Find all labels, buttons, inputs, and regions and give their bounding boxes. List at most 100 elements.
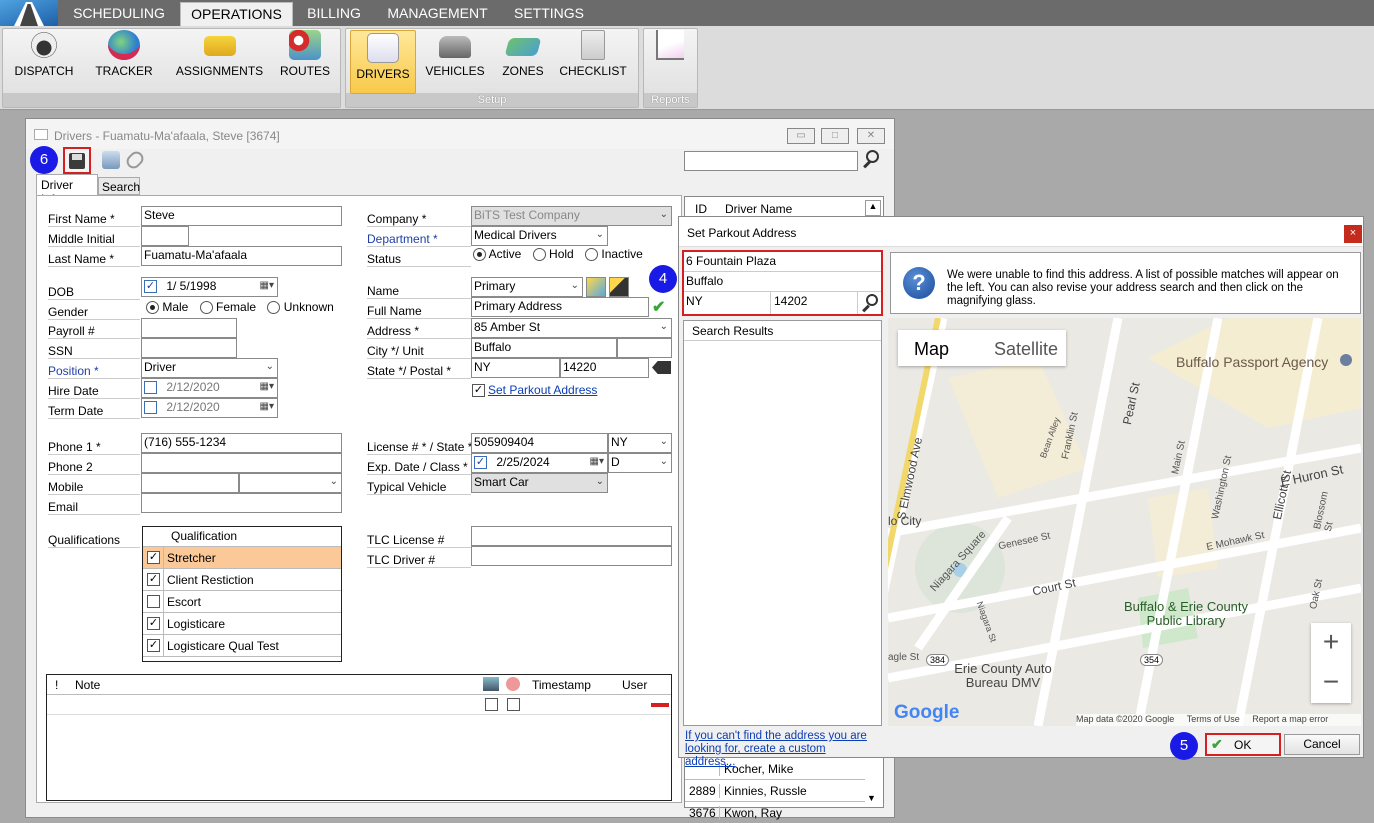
exp-date-checkbox[interactable]: ✓: [474, 456, 487, 470]
scroll-down-icon[interactable]: ▼: [867, 793, 876, 803]
mobile-type-select[interactable]: ⌄: [239, 473, 342, 493]
map-type-satellite-button[interactable]: Satellite: [994, 339, 1058, 360]
dialog-close-icon[interactable]: ×: [1344, 225, 1362, 243]
close-button[interactable]: ✕: [857, 128, 885, 144]
position-select[interactable]: Driver ⌄: [141, 358, 278, 378]
ssn-input[interactable]: [141, 338, 237, 358]
reports-button[interactable]: [650, 30, 690, 88]
gender-male-radio[interactable]: [146, 301, 159, 315]
tlc-license-input[interactable]: [471, 526, 672, 546]
department-select[interactable]: Medical Drivers ⌄: [471, 226, 608, 246]
qualification-checkbox[interactable]: [147, 595, 160, 608]
middle-initial-input[interactable]: [141, 226, 189, 246]
ok-button[interactable]: ✔ OK: [1205, 733, 1281, 756]
vehicles-button[interactable]: VEHICLES: [422, 30, 488, 88]
gender-unknown-radio[interactable]: [267, 301, 281, 315]
city-input[interactable]: Buffalo: [684, 272, 881, 292]
list-icon[interactable]: [102, 151, 120, 169]
edit-address-icon[interactable]: [609, 277, 629, 297]
driver-row[interactable]: 2889 Kinnies, Russle: [685, 779, 865, 801]
street-input[interactable]: 6 Fountain Plaza: [684, 252, 881, 272]
terms-link[interactable]: Terms of Use: [1187, 714, 1240, 724]
search-magnifier-icon[interactable]: [862, 149, 882, 169]
calendar-dropdown-icon[interactable]: ▦▾: [260, 379, 274, 395]
status-active-radio[interactable]: [473, 248, 486, 262]
status-hold-radio[interactable]: [532, 248, 546, 262]
tab-search[interactable]: Search: [98, 177, 140, 195]
zip-input[interactable]: 14202: [772, 292, 858, 314]
dob-checkbox[interactable]: ✓: [144, 280, 157, 294]
drivers-button[interactable]: DRIVERS: [350, 30, 416, 94]
tab-management[interactable]: MANAGEMENT: [380, 2, 495, 26]
unit-input[interactable]: [617, 338, 672, 358]
cancel-button[interactable]: Cancel: [1284, 734, 1360, 755]
license-class-select[interactable]: D ⌄: [608, 453, 672, 473]
last-name-input[interactable]: Fuamatu-Ma'afaala: [141, 246, 342, 266]
dob-picker[interactable]: ✓ 1/ 5/1998 ▦▾: [141, 277, 278, 297]
dispatch-button[interactable]: DISPATCH: [8, 30, 80, 88]
tab-operations[interactable]: OPERATIONS: [180, 2, 293, 26]
calendar-dropdown-icon[interactable]: ▦▾: [260, 278, 274, 294]
tab-billing[interactable]: BILLING: [296, 2, 372, 26]
routes-button[interactable]: ROUTES: [274, 30, 336, 88]
map-lookup-icon[interactable]: [586, 277, 606, 297]
qualification-checkbox[interactable]: ✓: [147, 551, 160, 564]
department-label[interactable]: Department *: [367, 232, 471, 247]
mobile-input[interactable]: [141, 473, 239, 493]
email-input[interactable]: [141, 493, 342, 513]
tracker-button[interactable]: TRACKER: [88, 30, 160, 88]
minimize-button[interactable]: ▭: [787, 128, 815, 144]
state-input[interactable]: NY: [471, 358, 560, 378]
state-input[interactable]: NY: [684, 292, 771, 314]
payroll-input[interactable]: [141, 318, 237, 338]
qualification-checkbox[interactable]: ✓: [147, 617, 160, 630]
license-state-select[interactable]: NY ⌄: [608, 433, 672, 453]
qualification-checkbox[interactable]: ✓: [147, 573, 160, 586]
window-search-input[interactable]: [684, 151, 858, 171]
typical-vehicle-select[interactable]: Smart Car ⌄: [471, 473, 608, 493]
tlc-driver-input[interactable]: [471, 546, 672, 566]
assignments-button[interactable]: ASSIGNMENTS: [172, 30, 267, 88]
zoom-in-button[interactable]: +: [1311, 623, 1351, 663]
city-input[interactable]: Buffalo: [471, 338, 617, 358]
license-input[interactable]: 505909404: [471, 433, 608, 453]
custom-address-link[interactable]: If you can't find the address you are lo…: [685, 730, 875, 769]
notes-vehicle-checkbox[interactable]: [485, 698, 498, 711]
magnifying-glass-icon[interactable]: [861, 293, 881, 313]
phone2-input[interactable]: [141, 453, 342, 473]
hire-date-picker[interactable]: 2/12/2020 ▦▾: [141, 378, 278, 398]
tab-scheduling[interactable]: SCHEDULING: [62, 2, 176, 26]
position-label[interactable]: Position *: [48, 364, 140, 379]
hire-date-checkbox[interactable]: [144, 381, 157, 395]
status-inactive-radio[interactable]: [585, 248, 599, 262]
maximize-button[interactable]: □: [821, 128, 849, 144]
delete-note-icon[interactable]: [651, 703, 669, 707]
qualification-checkbox[interactable]: ✓: [147, 639, 160, 652]
map-view[interactable]: Map Satellite Buffalo Passport Agency S …: [888, 318, 1361, 726]
phone1-input[interactable]: (716) 555-1234: [141, 433, 342, 453]
exp-date-picker[interactable]: ✓ 2/25/2024 ▦▾: [471, 453, 608, 473]
address-input[interactable]: 85 Amber St ⌄: [471, 318, 672, 338]
postal-input[interactable]: 14220: [560, 358, 649, 378]
notes-person-checkbox[interactable]: [507, 698, 520, 711]
term-date-checkbox[interactable]: [144, 401, 157, 415]
paperclip-icon[interactable]: [123, 148, 147, 172]
zones-button[interactable]: ZONES: [498, 30, 548, 88]
qualification-row[interactable]: Escort: [143, 591, 341, 613]
driver-row[interactable]: 3676 Kwon, Ray: [685, 801, 865, 823]
calendar-dropdown-icon[interactable]: ▦▾: [260, 399, 274, 415]
zoom-out-button[interactable]: −: [1311, 663, 1351, 703]
map-type-map-button[interactable]: Map: [914, 339, 949, 360]
set-parkout-link[interactable]: Set Parkout Address: [488, 383, 597, 397]
full-name-input[interactable]: Primary Address: [471, 297, 649, 317]
address-name-select[interactable]: Primary ⌄: [471, 277, 583, 297]
save-button[interactable]: [63, 147, 91, 174]
company-select[interactable]: BiTS Test Company ⌄: [471, 206, 672, 226]
checklist-button[interactable]: CHECKLIST: [556, 30, 630, 88]
set-parkout-checkbox[interactable]: ✓: [472, 384, 485, 397]
tab-driver-info[interactable]: Driver Info: [36, 174, 98, 206]
term-date-picker[interactable]: 2/12/2020 ▦▾: [141, 398, 278, 418]
qualification-row[interactable]: ✓ Logisticare Qual Test: [143, 635, 341, 657]
report-error-link[interactable]: Report a map error: [1252, 714, 1328, 724]
first-name-input[interactable]: Steve: [141, 206, 342, 226]
